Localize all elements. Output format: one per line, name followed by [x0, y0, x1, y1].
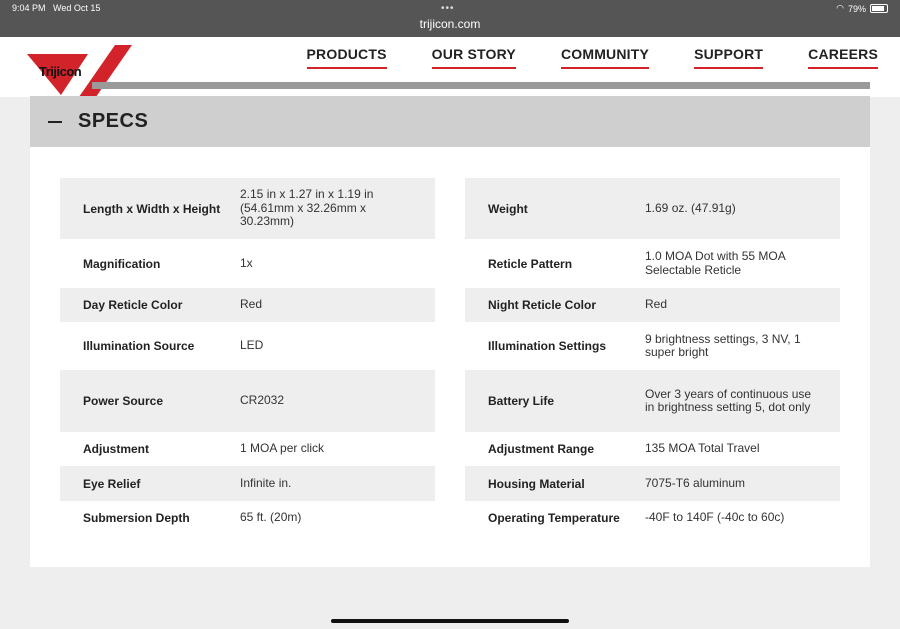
nav-community[interactable]: COMMUNITY	[560, 46, 650, 69]
spec-value: Red	[645, 297, 668, 312]
spec-value: 9 brightness settings, 3 NV, 1 super bri…	[645, 331, 801, 359]
spec-label: Operating Temperature	[488, 511, 620, 525]
spec-label: Battery Life	[488, 394, 555, 408]
spec-value: 135 MOA Total Travel	[645, 441, 760, 456]
battery-icon	[870, 4, 888, 13]
specs-column-right: Weight 1.69 oz. (47.91g) Reticle Pattern…	[465, 178, 840, 535]
spec-value: 1x	[240, 255, 253, 270]
specs-panel: Length x Width x Height 2.15 in x 1.27 i…	[30, 147, 870, 567]
spec-row: Weight 1.69 oz. (47.91g)	[465, 178, 840, 239]
spec-row: Eye Relief Infinite in.	[60, 466, 435, 501]
spec-row: Adjustment Range 135 MOA Total Travel	[465, 432, 840, 466]
spec-row: Housing Material 7075-T6 aluminum	[465, 466, 840, 501]
spec-row: Reticle Pattern 1.0 MOA Dot with 55 MOA …	[465, 239, 840, 288]
nav-our-story[interactable]: OUR STORY	[431, 46, 516, 69]
spec-label: Reticle Pattern	[488, 256, 573, 271]
specs-title: SPECS	[78, 110, 149, 132]
spec-row: Length x Width x Height 2.15 in x 1.27 i…	[60, 178, 435, 239]
spec-row: Power Source CR2032	[60, 370, 435, 432]
logo-text: Trijicon	[39, 64, 82, 79]
nav-products[interactable]: PRODUCTS	[306, 46, 387, 69]
spec-label: Submersion Depth	[83, 511, 190, 525]
spec-label: Day Reticle Color	[83, 298, 183, 312]
status-time: 9:04 PM Wed Oct 15	[12, 3, 100, 13]
address-bar[interactable]: trijicon.com	[0, 17, 900, 31]
spec-value: CR2032	[240, 393, 285, 408]
spec-row: Night Reticle Color Red	[465, 288, 840, 322]
specs-column-left: Length x Width x Height 2.15 in x 1.27 i…	[60, 178, 435, 535]
spec-label: Housing Material	[488, 476, 585, 491]
spec-row: Operating Temperature -40F to 140F (-40c…	[465, 501, 840, 535]
spec-label: Power Source	[83, 394, 164, 408]
nav-careers[interactable]: CAREERS	[808, 46, 878, 69]
main-nav: PRODUCTS OUR STORY COMMUNITY SUPPORT CAR…	[306, 46, 878, 69]
spec-value: Infinite in.	[240, 475, 292, 490]
spec-value: 7075-T6 aluminum	[645, 475, 746, 490]
spec-row: Illumination Settings 9 brightness setti…	[465, 322, 840, 370]
status-date: Wed Oct 15	[53, 3, 101, 13]
status-clock: 9:04 PM	[12, 3, 46, 13]
section-divider	[92, 82, 870, 89]
spec-value: 1.0 MOA Dot with 55 MOA Selectable Retic…	[645, 249, 786, 277]
spec-row: Submersion Depth 65 ft. (20m)	[60, 501, 435, 535]
spec-label: Illumination Settings	[488, 339, 607, 353]
spec-row: Adjustment 1 MOA per click	[60, 432, 435, 466]
spec-label: Weight	[488, 201, 528, 216]
home-indicator[interactable]	[331, 619, 569, 623]
spec-value: LED	[240, 338, 264, 353]
more-dots-icon[interactable]: •••	[441, 3, 455, 14]
spec-row: Battery Life Over 3 years of continuous …	[465, 370, 840, 432]
spec-label: Adjustment Range	[488, 442, 595, 456]
spec-value: Red	[240, 297, 263, 312]
spec-value: 65 ft. (20m)	[240, 510, 302, 525]
battery-percent: 79%	[847, 3, 866, 14]
nav-support[interactable]: SUPPORT	[694, 46, 764, 69]
spec-label: Length x Width x Height	[83, 201, 221, 216]
spec-value: 1.69 oz. (47.91g)	[645, 200, 736, 215]
spec-value: 1 MOA per click	[240, 441, 325, 456]
spec-label: Magnification	[83, 256, 161, 271]
wifi-icon: ◠	[836, 3, 844, 13]
spec-row: Day Reticle Color Red	[60, 288, 435, 322]
status-indicators: ◠ 79%	[836, 3, 888, 14]
spec-label: Adjustment	[83, 442, 149, 456]
collapse-minus-icon[interactable]	[48, 120, 62, 123]
spec-row: Illumination Source LED	[60, 322, 435, 370]
spec-row: Magnification 1x	[60, 239, 435, 288]
specs-accordion-header[interactable]: SPECS	[30, 96, 870, 147]
spec-value: -40F to 140F (-40c to 60c)	[645, 510, 785, 525]
browser-status-bar: 9:04 PM Wed Oct 15 ••• trijicon.com ◠ 79…	[0, 0, 900, 37]
spec-label: Eye Relief	[83, 476, 141, 491]
spec-label: Night Reticle Color	[488, 298, 597, 312]
spec-label: Illumination Source	[83, 339, 195, 353]
spec-value: 2.15 in x 1.27 in x 1.19 in (54.61mm x 3…	[240, 187, 374, 229]
spec-value: Over 3 years of continuous use in bright…	[645, 386, 812, 414]
